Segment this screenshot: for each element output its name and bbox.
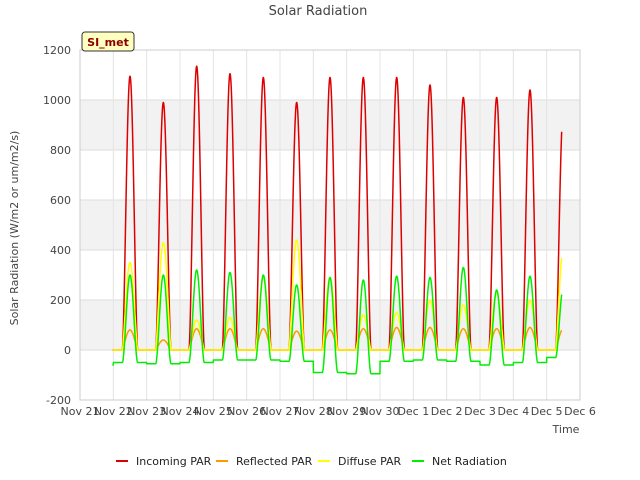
x-tick-label: Dec 5 [531,405,563,418]
legend-label: Diffuse PAR [338,455,402,468]
legend-label: Reflected PAR [236,455,313,468]
plot-band [80,300,580,350]
legend-label: Incoming PAR [136,455,212,468]
chart-title: Solar Radiation [269,4,368,19]
station-badge-text: SI_met [87,36,129,49]
x-tick-label: Dec 1 [397,405,429,418]
plot-band [80,50,580,100]
legend-label: Net Radiation [432,455,507,468]
y-tick-label: 800 [50,144,71,157]
legend: Incoming PAR Reflected PAR Diffuse PAR Net … [116,455,507,468]
y-tick-label: 200 [50,294,71,307]
station-badge: SI_met [81,31,135,52]
x-tick-label: Dec 4 [497,405,529,418]
x-axis-label: Time [552,423,580,436]
y-tick-label: 400 [50,244,71,257]
y-tick-label: 600 [50,194,71,207]
solar-radiation-chart: -200020040060080010001200 Nov 21Nov 22No… [0,0,640,480]
x-tick-label: Dec 3 [464,405,496,418]
x-tick-label: Nov 30 [361,405,400,418]
x-tick-label: Dec 6 [564,405,596,418]
y-tick-label: 1000 [43,94,71,107]
plot-band [80,150,580,200]
plot-band [80,200,580,250]
plot-band [80,350,580,400]
y-tick-label: 0 [64,344,71,357]
y-tick-label: 1200 [43,44,71,57]
plot-bands [80,50,580,400]
x-tick-label: Dec 2 [431,405,463,418]
y-axis-label: Solar Radiation (W/m2 or um/m2/s) [8,131,21,326]
x-tick-labels: Nov 21Nov 22Nov 23Nov 24Nov 25Nov 26Nov … [61,405,596,418]
plot-band [80,250,580,300]
plot-band [80,100,580,150]
